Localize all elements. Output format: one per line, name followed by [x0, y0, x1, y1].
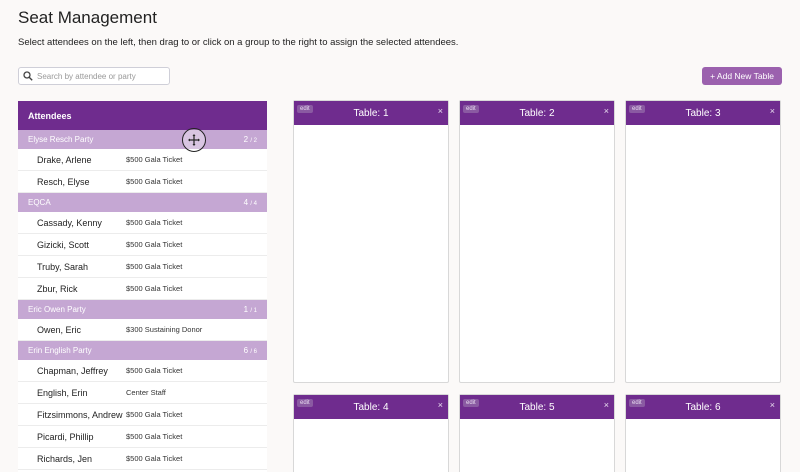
table-edit-button[interactable]: edit: [463, 105, 479, 113]
attendee-row[interactable]: Richards, Jen $500 Gala Ticket: [18, 448, 267, 470]
search-input[interactable]: [37, 71, 167, 81]
group-count-total: / 6: [250, 349, 257, 355]
group-count: 1 / 1: [244, 305, 257, 314]
instructions-text: Select attendees on the left, then drag …: [18, 37, 459, 48]
attendee-row[interactable]: Gizicki, Scott $500 Gala Ticket: [18, 234, 267, 256]
close-icon[interactable]: ×: [604, 106, 609, 116]
attendee-name: Picardi, Phillip: [37, 431, 94, 442]
group-count: 2 / 2: [244, 135, 257, 144]
attendee-row[interactable]: Picardi, Phillip $500 Gala Ticket: [18, 426, 267, 448]
attendee-name: Cassady, Kenny: [37, 217, 102, 228]
close-icon[interactable]: ×: [770, 400, 775, 410]
attendee-ticket: $500 Gala Ticket: [126, 177, 183, 186]
close-icon[interactable]: ×: [438, 106, 443, 116]
group-name: Eric Owen Party: [28, 305, 86, 314]
attendee-name: Drake, Arlene: [37, 154, 92, 165]
attendee-row[interactable]: Chapman, Jeffrey $500 Gala Ticket: [18, 360, 267, 382]
table-card[interactable]: edit Table: 3 ×: [625, 100, 781, 383]
attendee-name: Richards, Jen: [37, 453, 93, 464]
search-box[interactable]: [18, 67, 170, 85]
table-title: Table: 1: [353, 107, 389, 119]
attendee-ticket: $500 Gala Ticket: [126, 155, 183, 164]
attendee-ticket: $500 Gala Ticket: [126, 218, 183, 227]
group-count-total: / 1: [250, 308, 257, 314]
group-count-value: 4: [243, 198, 249, 207]
group-row[interactable]: EQCA 4 / 4: [18, 193, 267, 212]
table-header: edit Table: 4 ×: [294, 395, 448, 419]
group-count-total: / 4: [250, 201, 257, 207]
close-icon[interactable]: ×: [604, 400, 609, 410]
move-cursor-icon: [182, 128, 206, 152]
attendee-ticket: Center Staff: [126, 388, 166, 397]
close-icon[interactable]: ×: [438, 400, 443, 410]
group-row[interactable]: Elyse Resch Party 2 / 2: [18, 130, 267, 149]
attendee-row[interactable]: Owen, Eric $300 Sustaining Donor: [18, 319, 267, 341]
group-row[interactable]: Eric Owen Party 1 / 1: [18, 300, 267, 319]
table-title: Table: 5: [519, 401, 555, 413]
table-edit-button[interactable]: edit: [297, 105, 313, 113]
group-count-value: 1: [243, 305, 249, 314]
attendee-name: Truby, Sarah: [37, 261, 89, 272]
group-count: 4 / 4: [244, 198, 257, 207]
attendee-row[interactable]: English, Erin Center Staff: [18, 382, 267, 404]
attendee-row[interactable]: Cassady, Kenny $500 Gala Ticket: [18, 212, 267, 234]
group-count-total: / 2: [250, 138, 257, 144]
attendee-ticket: $500 Gala Ticket: [126, 366, 183, 375]
close-icon[interactable]: ×: [770, 106, 775, 116]
group-row[interactable]: Erin English Party 6 / 6: [18, 341, 267, 360]
attendee-name: Gizicki, Scott: [37, 239, 90, 250]
table-card[interactable]: edit Table: 6 ×: [625, 394, 781, 472]
attendee-row[interactable]: Zbur, Rick $500 Gala Ticket: [18, 278, 267, 300]
table-card[interactable]: edit Table: 4 ×: [293, 394, 449, 472]
attendee-name: Zbur, Rick: [37, 283, 78, 294]
search-icon: [23, 71, 33, 81]
table-header: edit Table: 5 ×: [460, 395, 614, 419]
table-title: Table: 3: [685, 107, 721, 119]
table-title: Table: 4: [353, 401, 389, 413]
table-edit-button[interactable]: edit: [297, 399, 313, 407]
table-header: edit Table: 1 ×: [294, 101, 448, 125]
attendee-ticket: $300 Sustaining Donor: [126, 325, 203, 334]
attendee-ticket: $500 Gala Ticket: [126, 410, 183, 419]
attendee-name: Chapman, Jeffrey: [37, 365, 108, 376]
group-name: Elyse Resch Party: [28, 135, 94, 144]
table-header: edit Table: 3 ×: [626, 101, 780, 125]
attendees-header: Attendees: [18, 101, 267, 130]
attendee-row[interactable]: Resch, Elyse $500 Gala Ticket: [18, 171, 267, 193]
attendee-row[interactable]: Truby, Sarah $500 Gala Ticket: [18, 256, 267, 278]
attendee-list: Elyse Resch Party 2 / 2 Drake, Arlene $500 …: [18, 130, 267, 470]
attendee-ticket: $500 Gala Ticket: [126, 454, 183, 463]
table-title: Table: 2: [519, 107, 555, 119]
attendee-ticket: $500 Gala Ticket: [126, 432, 183, 441]
group-name: EQCA: [28, 198, 51, 207]
table-title: Table: 6: [685, 401, 721, 413]
group-count: 6 / 6: [244, 346, 257, 355]
attendee-row[interactable]: Fitzsimmons, Andrew $500 Gala Ticket: [18, 404, 267, 426]
attendee-name: Owen, Eric: [37, 324, 82, 335]
attendee-ticket: $500 Gala Ticket: [126, 284, 183, 293]
group-count-value: 6: [243, 346, 249, 355]
attendee-row[interactable]: Drake, Arlene $500 Gala Ticket: [18, 149, 267, 171]
table-header: edit Table: 2 ×: [460, 101, 614, 125]
table-card[interactable]: edit Table: 5 ×: [459, 394, 615, 472]
table-edit-button[interactable]: edit: [629, 105, 645, 113]
page-title: Seat Management: [18, 8, 157, 27]
attendee-ticket: $500 Gala Ticket: [126, 262, 183, 271]
table-header: edit Table: 6 ×: [626, 395, 780, 419]
add-new-table-button[interactable]: + Add New Table: [702, 67, 782, 85]
table-edit-button[interactable]: edit: [629, 399, 645, 407]
attendee-name: English, Erin: [37, 387, 88, 398]
attendee-name: Fitzsimmons, Andrew: [37, 409, 123, 420]
table-edit-button[interactable]: edit: [463, 399, 479, 407]
attendee-name: Resch, Elyse: [37, 176, 90, 187]
attendee-ticket: $500 Gala Ticket: [126, 240, 183, 249]
table-card[interactable]: edit Table: 2 ×: [459, 100, 615, 383]
table-card[interactable]: edit Table: 1 ×: [293, 100, 449, 383]
attendees-panel: Attendees Elyse Resch Party 2 / 2 Drake, A…: [18, 101, 267, 472]
group-count-value: 2: [243, 135, 249, 144]
group-name: Erin English Party: [28, 346, 92, 355]
